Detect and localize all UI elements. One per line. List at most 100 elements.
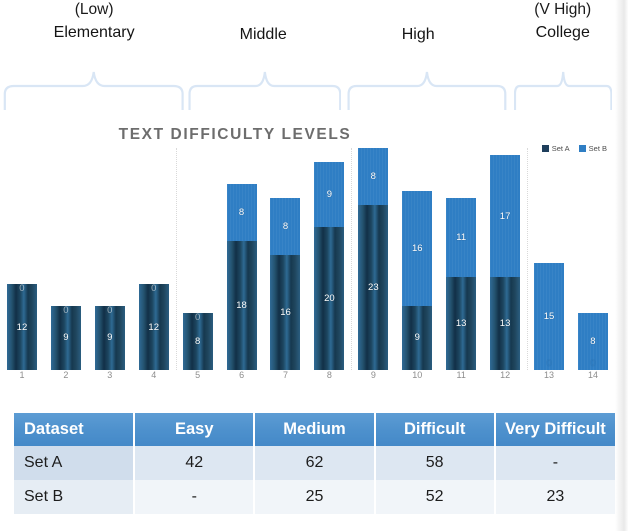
bar-slot: 0 12 xyxy=(132,148,176,370)
bar-segment-set-a: 18 xyxy=(226,241,257,370)
table-cell-value: 52 xyxy=(374,480,496,514)
bar-segment-value: 13 xyxy=(455,317,467,329)
grade-group-brace-4 xyxy=(514,70,612,112)
table-cell-value: 42 xyxy=(134,446,256,480)
chart-title: TEXT DIFFICULTY LEVELS xyxy=(118,126,352,143)
stacked-bar[interactable]: 8 18 xyxy=(226,183,257,370)
stacked-bar[interactable]: 09 xyxy=(94,304,125,370)
x-tick-label: 12 xyxy=(500,370,511,380)
table-cell-value: 23 xyxy=(494,480,615,514)
bar-slot: 09 xyxy=(44,148,88,370)
grade-group-4: (V High) College xyxy=(440,0,628,44)
stacked-bar[interactable]: 8 23 xyxy=(358,148,389,370)
bar-segment-value: 8 xyxy=(282,221,289,233)
stacked-bar[interactable]: 80 xyxy=(577,312,608,370)
bar-segment-value: 12 xyxy=(148,321,159,333)
bar-segment-set-b: 8 xyxy=(226,183,257,242)
bar-slot: 08 xyxy=(176,148,220,370)
grade-group-qualifier: (V High) xyxy=(534,1,592,18)
table-header-cell: Easy xyxy=(134,413,256,446)
stacked-bar[interactable]: 16 9 xyxy=(402,190,433,370)
bar-slot: 15 0 xyxy=(527,148,571,370)
x-tick-label: 11 xyxy=(456,370,466,380)
dataset-difficulty-table: Dataset Easy Medium Difficult Very Difficult… xyxy=(14,413,615,514)
bar-segment-set-a: 13 xyxy=(490,276,521,370)
bar-segment-set-a: 23 xyxy=(358,205,389,370)
bar-segment-value: 13 xyxy=(499,317,511,329)
table-cell-dataset: Set B xyxy=(14,480,136,514)
table-header-row: Dataset Easy Medium Difficult Very Difficult xyxy=(14,413,615,446)
x-tick-label: 2 xyxy=(63,370,69,380)
bar-segment-set-b: 8 xyxy=(358,148,389,206)
bar-segment-value: 9 xyxy=(63,332,69,344)
bar-slot: 9 20 xyxy=(307,148,351,370)
bar-slot: 80 xyxy=(571,148,615,370)
bar-segment-value: 17 xyxy=(499,210,511,222)
grade-group-qualifier: (Low) xyxy=(74,1,114,18)
stacked-bar[interactable]: 17 13 xyxy=(490,155,521,370)
grade-group-brace-1 xyxy=(3,70,184,112)
slide-page: (Low) Elementary Middle High (V High) College… xyxy=(0,0,628,531)
table-header-cell: Medium xyxy=(254,413,376,446)
bar-segment-value: 16 xyxy=(411,242,423,254)
x-tick-label: 3 xyxy=(107,370,113,380)
bar-segment-value: 23 xyxy=(368,282,379,294)
bar-segment-value: 9 xyxy=(326,189,333,201)
bar-segment-value: 0 xyxy=(194,311,201,323)
bar-segment-set-b: 11 xyxy=(446,198,477,277)
x-tick-label: 4 xyxy=(151,370,157,380)
table-cell-value: - xyxy=(134,480,256,514)
bar-segment-value: 0 xyxy=(107,304,113,316)
x-tick-label: 9 xyxy=(370,370,376,380)
stacked-bar[interactable]: 0 12 xyxy=(6,283,37,370)
x-tick-label: 5 xyxy=(195,370,201,380)
table-row: Set B -25 52 23 xyxy=(14,480,615,514)
bar-segment-value: 20 xyxy=(324,292,335,304)
stacked-bar[interactable]: 8 16 xyxy=(270,198,301,370)
bar-segment-value: 9 xyxy=(414,332,420,344)
table-header-cell: Difficult xyxy=(374,413,496,446)
stacked-bar[interactable]: 9 20 xyxy=(314,162,345,370)
bar-segment-set-b: 17 xyxy=(490,155,521,277)
bar-segment-value: 12 xyxy=(16,321,28,333)
bar-chart: TEXT DIFFICULTY LEVELS Set A Set B 0 12 0 9 0… xyxy=(0,120,615,398)
bar-slot: 8 18 xyxy=(220,148,264,370)
bar-segment-set-a: 12 xyxy=(138,284,169,370)
bar-segment-value: 16 xyxy=(280,307,291,319)
stacked-bar[interactable]: 09 xyxy=(50,304,81,370)
bar-segment-set-b: 8 xyxy=(270,198,301,256)
bar-segment-set-a: 13 xyxy=(446,276,477,370)
bar-segment-value: 15 xyxy=(543,310,555,322)
table-header: Dataset Easy Medium Difficult Very Difficult xyxy=(14,413,615,446)
bar-slot: 11 13 xyxy=(439,148,483,370)
bar-segment-value: 0 xyxy=(546,358,552,369)
bar-segment-value: 0 xyxy=(590,358,596,369)
bar-segment-set-a: 12 xyxy=(6,284,37,370)
bar-slot: 8 23 xyxy=(351,148,395,370)
bar-segment-value: 0 xyxy=(63,304,69,316)
stacked-bar[interactable]: 15 0 xyxy=(534,262,565,370)
table-cell-value: 58 xyxy=(374,446,496,480)
x-tick-label: 14 xyxy=(587,370,598,380)
bar-segment-value: 9 xyxy=(107,332,113,344)
bar-segment-value: 8 xyxy=(194,335,201,347)
bar-slot: 8 16 xyxy=(264,148,308,370)
bar-segment-set-a: 16 xyxy=(270,255,301,370)
plot-area: 0 12 0 9 0 9 0 12 0 8 8 18 8 16 9 20 8 23 16 9 11 13 17 13 15 0 8 0 xyxy=(0,148,615,370)
bar-slot: 17 13 xyxy=(483,148,527,370)
bar-segment-set-b: 16 xyxy=(402,190,433,306)
bar-segment-value: 8 xyxy=(370,171,376,183)
table-body: Set A 42 62 58- Set B -25 52 23 xyxy=(14,446,615,514)
table-header-cell: Dataset xyxy=(14,413,136,446)
bar-slot: 16 9 xyxy=(395,148,439,370)
x-tick-label: 7 xyxy=(282,370,288,380)
stacked-bar[interactable]: 11 13 xyxy=(446,198,477,370)
bar-segment-set-a: 20 xyxy=(314,226,345,370)
stacked-bar[interactable]: 08 xyxy=(182,311,213,370)
stacked-bar[interactable]: 0 12 xyxy=(138,283,169,370)
bar-segment-value: 0 xyxy=(151,283,157,295)
x-tick-label: 8 xyxy=(326,370,332,380)
bar-segment-set-b: 9 xyxy=(314,162,345,227)
bar-slot: 0 12 xyxy=(0,148,44,370)
bar-segment-value: 8 xyxy=(590,335,596,347)
